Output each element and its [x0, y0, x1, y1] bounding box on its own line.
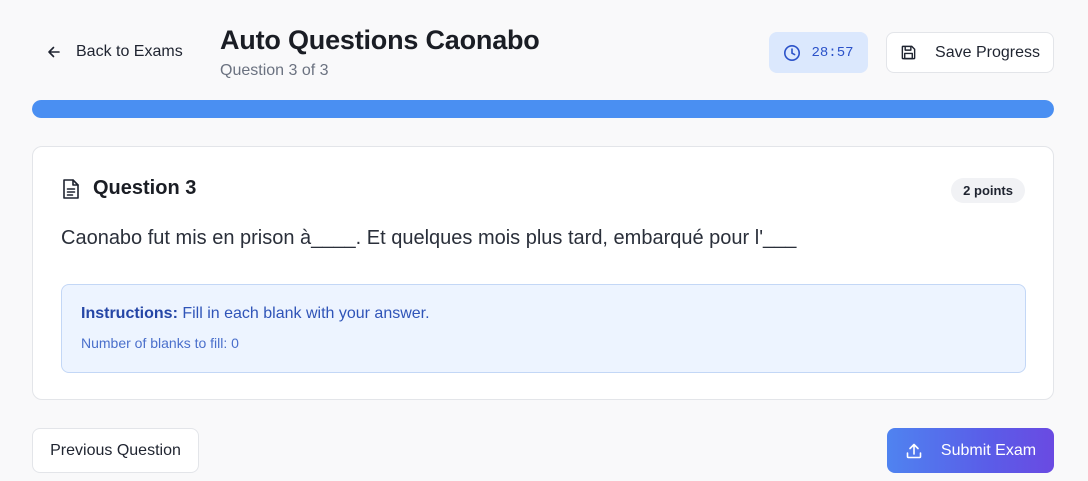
- clock-icon: [784, 44, 801, 61]
- title-block: Auto Questions Caonabo Question 3 of 3: [220, 25, 540, 80]
- instructions-line: Instructions: Fill in each blank with yo…: [81, 305, 1006, 323]
- progress-fill: [32, 100, 1054, 118]
- exam-page: Back to Exams Auto Questions Caonabo Que…: [0, 0, 1088, 481]
- back-to-exams-label: Back to Exams: [76, 43, 183, 60]
- question-text: Caonabo fut mis en prison à____. Et quel…: [61, 227, 797, 249]
- upload-icon: [906, 443, 922, 458]
- submit-exam-button[interactable]: Submit Exam: [887, 428, 1054, 473]
- question-header: Question 3: [61, 177, 196, 200]
- question-counter: Question 3 of 3: [220, 62, 329, 79]
- previous-question-button[interactable]: Previous Question: [32, 428, 199, 473]
- exam-timer: 28:57: [769, 32, 868, 73]
- instructions-text: Fill in each blank with your answer.: [177, 305, 430, 322]
- instructions-label: Instructions:: [81, 305, 178, 322]
- timer-value: 28:57: [811, 44, 854, 61]
- blanks-count: Number of blanks to fill: 0: [81, 335, 239, 351]
- page-title: Auto Questions Caonabo: [220, 25, 540, 55]
- back-to-exams-button[interactable]: Back to Exams: [32, 32, 197, 72]
- instructions-box: Instructions: Fill in each blank with yo…: [61, 284, 1026, 373]
- exam-progress-bar: [32, 100, 1054, 118]
- submit-exam-label: Submit Exam: [940, 441, 1037, 459]
- points-badge: 2 points: [951, 178, 1025, 203]
- previous-question-label: Previous Question: [50, 441, 181, 459]
- document-icon: [63, 178, 79, 199]
- question-title: Question 3: [93, 177, 197, 199]
- save-progress-button[interactable]: Save Progress: [886, 32, 1054, 73]
- save-progress-label: Save Progress: [935, 43, 1040, 61]
- save-icon: [901, 45, 916, 60]
- arrow-left-icon: [48, 46, 60, 58]
- question-card: Question 3 2 points Caonabo fut mis en p…: [32, 146, 1054, 400]
